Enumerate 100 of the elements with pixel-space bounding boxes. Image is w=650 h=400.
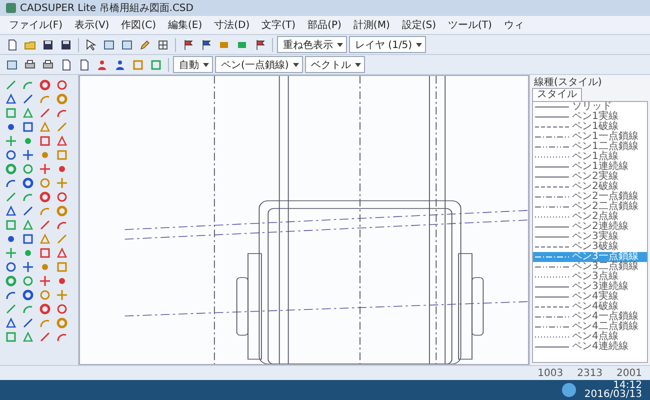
triangle-icon (5, 316, 17, 328)
square-icon (5, 330, 17, 342)
tool-button[interactable] (20, 176, 36, 189)
line-style-item[interactable]: ペン1連続線 (533, 162, 647, 172)
line-sample-icon (535, 115, 569, 119)
line-style-item[interactable]: ペン1二点鎖線 (533, 142, 647, 152)
tool-button[interactable] (37, 302, 53, 315)
line-style-item[interactable]: ペン4連続線 (533, 342, 647, 352)
tool-button[interactable] (54, 134, 70, 147)
line-style-item[interactable]: ペン2二点鎖線 (533, 202, 647, 212)
tool-button[interactable] (20, 148, 36, 161)
line-style-item[interactable]: ペン3実線 (533, 232, 647, 242)
dropdown[interactable]: ペン(一点鎖線) (215, 56, 303, 73)
tool-button[interactable] (54, 92, 70, 105)
status-reading: 1003 (538, 368, 564, 378)
tool-button[interactable] (37, 162, 53, 175)
line-style-item[interactable]: ペン2破線 (533, 182, 647, 192)
circle-icon (5, 260, 17, 272)
triangle-icon (22, 218, 34, 230)
line-style-item[interactable]: ペン4実線 (533, 292, 647, 302)
tool-button[interactable] (54, 288, 70, 301)
menu-item[interactable]: ウィ (498, 17, 529, 33)
square-icon (5, 218, 17, 230)
line-style-item[interactable]: ペン1実線 (533, 112, 647, 122)
menu-item[interactable]: 寸法(D) (209, 17, 255, 33)
toolbar-button[interactable] (40, 58, 56, 71)
line-style-item[interactable]: ペン1点線 (533, 152, 647, 162)
tool-button[interactable] (3, 162, 19, 175)
circle-icon (39, 176, 51, 188)
caret-icon (292, 62, 299, 66)
ring-icon (39, 302, 51, 314)
tool-button[interactable] (54, 204, 70, 217)
tool-button[interactable] (20, 288, 36, 301)
triangle-icon (22, 330, 34, 342)
tool-button[interactable] (37, 274, 53, 287)
ring-icon (22, 288, 34, 300)
square-icon (39, 134, 51, 146)
dropdown[interactable]: 重ね色表示 (277, 36, 347, 53)
tool-button[interactable] (3, 204, 19, 217)
line-style-item[interactable]: ペン3点線 (533, 272, 647, 282)
panel-tab[interactable]: スタイル (532, 88, 582, 101)
monitor-icon (6, 58, 18, 70)
tool-button[interactable] (3, 316, 19, 329)
line-style-item[interactable]: ペン2実線 (533, 172, 647, 182)
line-style-item[interactable]: ペン4点線 (533, 332, 647, 342)
menu-item[interactable]: 作図(C) (116, 17, 162, 33)
line-style-item[interactable]: ペン4破線 (533, 302, 647, 312)
line-sample-icon (535, 275, 569, 279)
tool-button[interactable] (3, 92, 19, 105)
line-sample-icon (535, 345, 569, 349)
page-icon (60, 58, 72, 70)
line-style-item[interactable]: ペン2連続線 (533, 222, 647, 232)
tool-button[interactable] (20, 218, 36, 231)
line-style-item[interactable]: ペン3破線 (533, 242, 647, 252)
line-style-item[interactable]: ペン3二点鎖線 (533, 262, 647, 272)
toolbar-button[interactable] (22, 58, 38, 71)
tool-button[interactable] (20, 330, 36, 343)
person-icon (114, 58, 126, 70)
menu-item[interactable]: ツール(T) (443, 17, 497, 33)
start-button[interactable] (562, 383, 576, 397)
line-style-item[interactable]: ペン2一点鎖線 (533, 192, 647, 202)
tool-button[interactable] (3, 246, 19, 259)
line-style-item[interactable]: ペン1破線 (533, 122, 647, 132)
tool-button[interactable] (54, 176, 70, 189)
tool-button[interactable] (54, 246, 70, 259)
tool-button[interactable] (37, 190, 53, 203)
line-style-item[interactable]: ソリッド (533, 102, 647, 112)
line-style-item[interactable]: ペン1一点鎖線 (533, 132, 647, 142)
tool-button[interactable] (20, 106, 36, 119)
tool-button[interactable] (37, 120, 53, 133)
tool-button[interactable] (54, 316, 70, 329)
cross-icon (56, 288, 68, 300)
line-sample-icon (535, 165, 569, 169)
menu-item[interactable]: 文字(T) (256, 17, 301, 33)
line-style-item[interactable]: ペン4二点鎖線 (533, 322, 647, 332)
dropdown[interactable]: 自動 (173, 56, 213, 73)
dropdown[interactable]: ベクトル (304, 56, 365, 73)
line-icon (5, 190, 17, 202)
tool-button[interactable] (3, 274, 19, 287)
window-icon (103, 38, 115, 50)
circle-icon (56, 190, 68, 202)
tool-button[interactable] (3, 134, 19, 147)
ring-icon (56, 92, 68, 104)
line-style-item[interactable]: ペン2点線 (533, 212, 647, 222)
square-icon (56, 148, 68, 160)
line-style-item[interactable]: ペン4一点鎖線 (533, 312, 647, 322)
square-icon (132, 58, 144, 70)
circle-icon (39, 288, 51, 300)
tool-button[interactable] (37, 78, 53, 91)
line-style-item[interactable]: ペン3連続線 (533, 282, 647, 292)
menu-item[interactable]: 表示(V) (70, 17, 114, 33)
square-icon (22, 120, 34, 132)
tool-button[interactable] (20, 260, 36, 273)
dropdown[interactable]: レイヤ (1/5) (349, 36, 426, 53)
tool-button[interactable] (37, 232, 53, 245)
menu-item[interactable]: ファイル(F) (4, 17, 68, 33)
menu-item[interactable]: 部品(P) (302, 17, 346, 33)
menu-item[interactable]: 設定(S) (396, 17, 442, 33)
menu-item[interactable]: 編集(E) (163, 17, 208, 33)
menu-item[interactable]: 計測(M) (348, 17, 395, 33)
